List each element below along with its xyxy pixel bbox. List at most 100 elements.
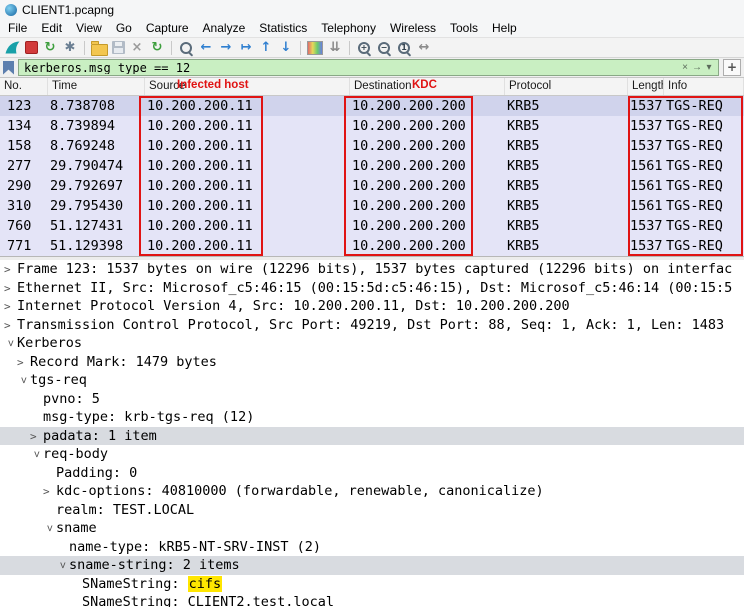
expander-icon[interactable]: >: [27, 451, 46, 464]
detail-pvno[interactable]: pvno: 5: [0, 390, 744, 409]
packet-row-760[interactable]: 76051.12743110.200.200.1110.200.200.200K…: [0, 216, 744, 236]
expander-icon[interactable]: >: [1, 340, 20, 353]
menu-wireless[interactable]: Wireless: [383, 20, 443, 37]
go-back-icon[interactable]: ←: [198, 40, 214, 56]
zoom-in-icon[interactable]: +: [356, 40, 372, 56]
menu-view[interactable]: View: [69, 20, 109, 37]
packet-row-123[interactable]: 1238.73870810.200.200.1110.200.200.200KR…: [0, 96, 744, 116]
find-highlight: cifs: [188, 576, 223, 592]
column-header-time[interactable]: Time: [48, 78, 145, 95]
stop-capture-icon[interactable]: [25, 41, 38, 54]
detail-snamestring-client2[interactable]: SNameString: CLIENT2.test.local: [0, 593, 744, 607]
detail-snamestring-cifs[interactable]: SNameString: cifs: [0, 575, 744, 594]
detail-realm[interactable]: realm: TEST.LOCAL: [0, 501, 744, 520]
go-forward-icon[interactable]: →: [218, 40, 234, 56]
display-filter-input[interactable]: [22, 61, 679, 74]
detail-padata[interactable]: >padata: 1 item: [0, 427, 744, 446]
expander-icon[interactable]: >: [40, 525, 59, 538]
filter-bookmark-icon[interactable]: [3, 61, 14, 75]
detail-kdc-options[interactable]: >kdc-options: 40810000 (forwardable, ren…: [0, 482, 744, 501]
open-file-icon[interactable]: [91, 44, 108, 56]
expander-icon[interactable]: >: [14, 377, 33, 390]
packet-row-158[interactable]: 1588.76924810.200.200.1110.200.200.200KR…: [0, 136, 744, 156]
detail-sname-string-text: sname-string: 2 items: [69, 557, 240, 573]
first-packet-icon[interactable]: ↑: [258, 40, 274, 56]
detail-tgs-req[interactable]: >tgs-req: [0, 371, 744, 390]
menu-capture[interactable]: Capture: [139, 20, 196, 37]
last-packet-icon[interactable]: ↓: [278, 40, 294, 56]
cell-protocol: KRB5: [505, 216, 628, 236]
find-packet-icon[interactable]: [178, 40, 194, 56]
packet-row-277[interactable]: 27729.79047410.200.200.1110.200.200.200K…: [0, 156, 744, 176]
cell-info: TGS-REQ: [664, 216, 744, 236]
zoom-out-icon[interactable]: −: [376, 40, 392, 56]
capture-options-icon[interactable]: ✱: [62, 40, 78, 56]
expander-icon[interactable]: >: [4, 317, 17, 335]
detail-ethernet[interactable]: >Ethernet II, Src: Microsof_c5:46:15 (00…: [0, 279, 744, 298]
detail-sname-string[interactable]: >sname-string: 2 items: [0, 556, 744, 575]
auto-scroll-icon[interactable]: ⇊: [327, 40, 343, 56]
column-header-info[interactable]: Info: [664, 78, 744, 95]
packet-row-134[interactable]: 1348.73989410.200.200.1110.200.200.200KR…: [0, 116, 744, 136]
cell-protocol: KRB5: [505, 116, 628, 136]
cell-length: 1561: [628, 156, 664, 176]
reload-file-icon[interactable]: ↻: [149, 40, 165, 56]
cell-source: 10.200.200.11: [145, 136, 350, 156]
expander-icon[interactable]: >: [4, 298, 17, 316]
menu-tools[interactable]: Tools: [443, 20, 485, 37]
menu-statistics[interactable]: Statistics: [252, 20, 314, 37]
packet-row-310[interactable]: 31029.79543010.200.200.1110.200.200.200K…: [0, 196, 744, 216]
expander-icon[interactable]: >: [30, 428, 43, 446]
detail-sname[interactable]: >sname: [0, 519, 744, 538]
cell-source: 10.200.200.11: [145, 156, 350, 176]
menu-edit[interactable]: Edit: [34, 20, 69, 37]
cell-time: 8.738708: [48, 96, 145, 116]
packet-row-771[interactable]: 77151.12939810.200.200.1110.200.200.200K…: [0, 236, 744, 256]
detail-frame[interactable]: >Frame 123: 1537 bytes on wire (12296 bi…: [0, 260, 744, 279]
detail-padding[interactable]: Padding: 0: [0, 464, 744, 483]
annotation-infected-host: Infected host: [177, 79, 249, 91]
close-file-icon[interactable]: ×: [129, 40, 145, 56]
zoom-in-icon-label: +: [359, 43, 369, 53]
menu-file[interactable]: File: [1, 20, 34, 37]
save-file-icon[interactable]: [112, 41, 125, 54]
packet-row-290[interactable]: 29029.79269710.200.200.1110.200.200.200K…: [0, 176, 744, 196]
detail-msg-type[interactable]: msg-type: krb-tgs-req (12): [0, 408, 744, 427]
cell-protocol: KRB5: [505, 196, 628, 216]
detail-kerberos[interactable]: >Kerberos: [0, 334, 744, 353]
menu-telephony[interactable]: Telephony: [314, 20, 383, 37]
detail-msg-type-text: msg-type: krb-tgs-req (12): [43, 409, 254, 425]
detail-sname-text: sname: [56, 520, 97, 536]
filter-apply-icon[interactable]: →: [691, 61, 703, 75]
detail-record-mark[interactable]: >Record Mark: 1479 bytes: [0, 353, 744, 372]
column-header-no[interactable]: No.: [0, 78, 48, 95]
filter-dropdown-icon[interactable]: ▾: [703, 61, 715, 75]
detail-tcp[interactable]: >Transmission Control Protocol, Src Port…: [0, 316, 744, 335]
go-to-packet-icon[interactable]: ↦: [238, 40, 254, 56]
detail-req-body[interactable]: >req-body: [0, 445, 744, 464]
cell-no: 134: [0, 116, 48, 136]
expander-icon[interactable]: >: [17, 354, 30, 372]
packet-list: 1238.73870810.200.200.1110.200.200.200KR…: [0, 96, 744, 256]
cell-destination: 10.200.200.200: [350, 156, 505, 176]
expander-icon[interactable]: >: [53, 562, 72, 575]
menu-analyze[interactable]: Analyze: [196, 20, 253, 37]
expander-icon[interactable]: >: [4, 261, 17, 279]
filter-clear-icon[interactable]: ×: [679, 61, 691, 75]
detail-ip[interactable]: >Internet Protocol Version 4, Src: 10.20…: [0, 297, 744, 316]
column-header-length[interactable]: Length: [628, 78, 664, 95]
resize-columns-icon[interactable]: ↔: [416, 40, 432, 56]
menu-help[interactable]: Help: [485, 20, 524, 37]
cell-source: 10.200.200.11: [145, 96, 350, 116]
column-header-protocol[interactable]: Protocol: [505, 78, 628, 95]
zoom-reset-icon[interactable]: 1: [396, 40, 412, 56]
filter-add-button[interactable]: +: [723, 59, 741, 76]
start-capture-icon[interactable]: [4, 40, 21, 55]
cell-source: 10.200.200.11: [145, 116, 350, 136]
detail-name-type[interactable]: name-type: kRB5-NT-SRV-INST (2): [0, 538, 744, 557]
expander-icon[interactable]: >: [4, 280, 17, 298]
expander-icon[interactable]: >: [43, 483, 56, 501]
menu-go[interactable]: Go: [109, 20, 139, 37]
restart-capture-icon[interactable]: ↻: [42, 40, 58, 56]
colorize-packets-icon[interactable]: [307, 41, 323, 55]
